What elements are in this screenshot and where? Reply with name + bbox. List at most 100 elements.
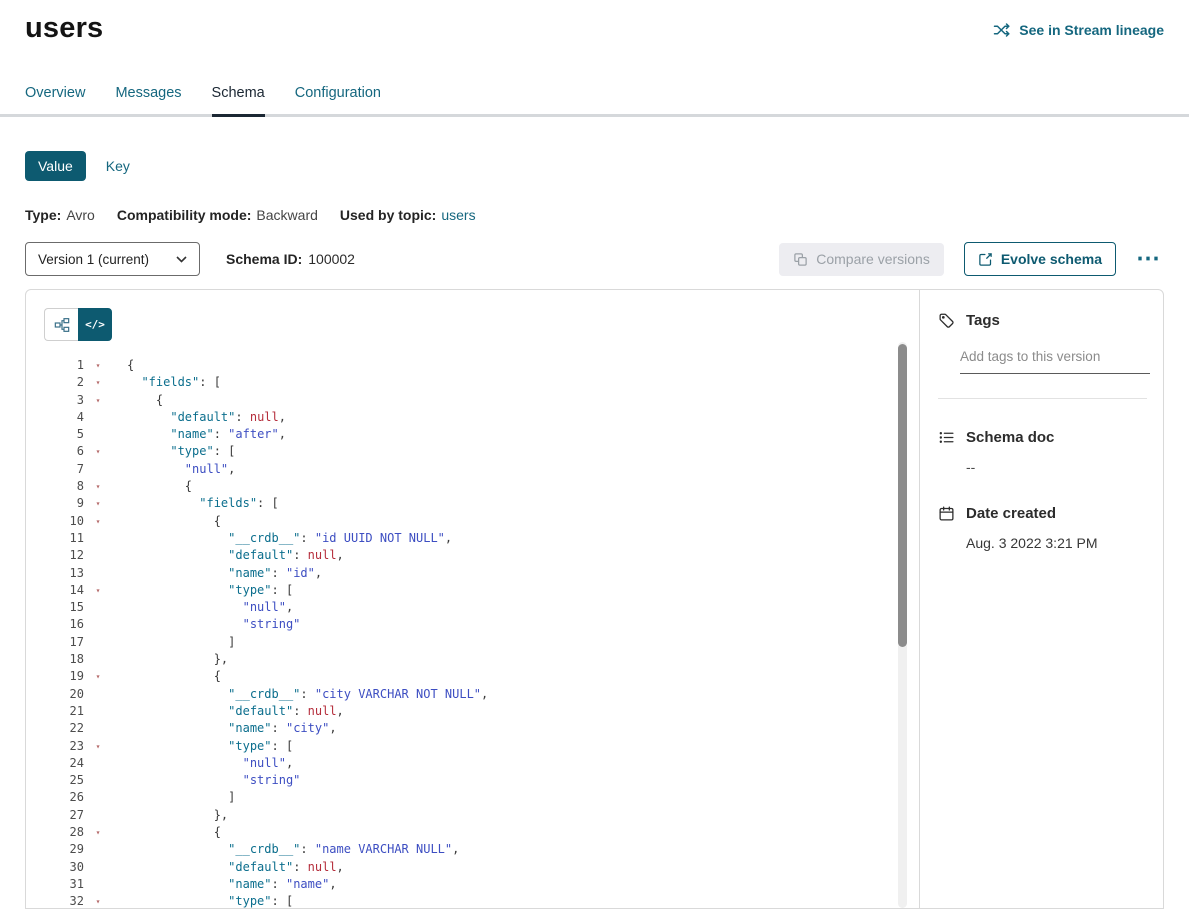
evolve-schema-icon (978, 252, 993, 267)
compare-versions-icon (793, 252, 808, 267)
code-text: ] (105, 789, 235, 806)
code-text: "name": "after", (105, 426, 286, 443)
code-text: { (105, 357, 134, 374)
compare-versions-button[interactable]: Compare versions (779, 243, 944, 276)
fold-collapse-icon[interactable]: ▾ (91, 374, 105, 391)
tab-schema[interactable]: Schema (212, 85, 265, 114)
line-number: 12 (44, 547, 84, 564)
code-text: "fields": [ (105, 495, 279, 512)
code-line: 21 "default": null, (44, 703, 889, 720)
fold-collapse-icon[interactable]: ▾ (91, 495, 105, 512)
fold-collapse-icon[interactable]: ▾ (91, 582, 105, 599)
date-created-section: Date created Aug. 3 2022 3:21 PM (938, 505, 1147, 551)
fold-collapse-icon[interactable]: ▾ (91, 824, 105, 841)
date-created-title: Date created (966, 505, 1056, 522)
calendar-icon (938, 505, 955, 522)
value-tab-button[interactable]: Value (25, 151, 86, 181)
schema-id: Schema ID: 100002 (226, 251, 355, 267)
code-line: 9▾ "fields": [ (44, 495, 889, 512)
schema-id-label: Schema ID: (226, 251, 302, 267)
chevron-down-icon (176, 256, 187, 263)
code-line: 19▾ { (44, 668, 889, 685)
fold-collapse-icon[interactable]: ▾ (91, 738, 105, 755)
line-number: 13 (44, 565, 84, 582)
fold-collapse-icon[interactable]: ▾ (91, 357, 105, 374)
vertical-scrollbar-thumb[interactable] (898, 344, 907, 647)
code-line: 14▾ "type": [ (44, 582, 889, 599)
version-select[interactable]: Version 1 (current) (25, 242, 200, 276)
schema-part-toggle: Value Key (25, 151, 1164, 181)
code-editor: 1▾{2▾ "fields": [3▾ {4 "default": null,5… (44, 357, 889, 909)
meta-topic-label: Used by topic: (340, 207, 436, 223)
tree-view-button[interactable] (44, 308, 78, 341)
sidebar-divider (938, 398, 1147, 399)
line-number: 14 (44, 582, 84, 599)
page-header: users See in Stream lineage (0, 0, 1189, 45)
vertical-scrollbar-track (898, 342, 907, 908)
fold-spacer (91, 409, 105, 426)
line-number: 18 (44, 651, 84, 668)
code-line: 8▾ { (44, 478, 889, 495)
code-text: "default": null, (105, 859, 344, 876)
line-number: 20 (44, 686, 84, 703)
line-number: 17 (44, 634, 84, 651)
code-line: 5 "name": "after", (44, 426, 889, 443)
stream-lineage-link[interactable]: See in Stream lineage (993, 21, 1164, 39)
line-number: 5 (44, 426, 84, 443)
tab-messages[interactable]: Messages (115, 85, 181, 114)
code-line: 1▾{ (44, 357, 889, 374)
code-text: "fields": [ (105, 374, 221, 391)
code-line: 20 "__crdb__": "city VARCHAR NOT NULL", (44, 686, 889, 703)
tree-view-icon (54, 317, 70, 333)
schema-code-pane: </> 1▾{2▾ "fields": [3▾ {4 "default": nu… (26, 290, 919, 908)
code-line: 29 "__crdb__": "name VARCHAR NULL", (44, 841, 889, 858)
schema-id-value: 100002 (308, 251, 355, 267)
code-line: 26 ] (44, 789, 889, 806)
schema-meta-row: Type: Avro Compatibility mode: Backward … (25, 207, 1164, 223)
fold-spacer (91, 599, 105, 616)
fold-spacer (91, 859, 105, 876)
code-line: 17 ] (44, 634, 889, 651)
schema-doc-section: Schema doc -- (938, 429, 1147, 475)
fold-spacer (91, 547, 105, 564)
line-number: 24 (44, 755, 84, 772)
tab-overview[interactable]: Overview (25, 85, 85, 114)
code-line: 7 "null", (44, 461, 889, 478)
line-number: 29 (44, 841, 84, 858)
code-text: "name": "name", (105, 876, 337, 893)
fold-spacer (91, 686, 105, 703)
evolve-schema-button[interactable]: Evolve schema (964, 242, 1116, 276)
schema-doc-value: -- (966, 459, 1147, 475)
code-text: "string" (105, 772, 300, 789)
more-options-button[interactable]: ⋯ (1132, 252, 1164, 266)
schema-doc-section-title: Schema doc (938, 429, 1147, 446)
key-tab-button[interactable]: Key (98, 151, 138, 181)
code-text: "default": null, (105, 703, 344, 720)
topic-link[interactable]: users (441, 207, 475, 223)
add-tags-input[interactable] (960, 343, 1150, 374)
fold-collapse-icon[interactable]: ▾ (91, 513, 105, 530)
code-text: "type": [ (105, 893, 293, 909)
code-line: 12 "default": null, (44, 547, 889, 564)
fold-collapse-icon[interactable]: ▾ (91, 478, 105, 495)
code-view-icon: </> (85, 318, 105, 331)
tags-title: Tags (966, 312, 1000, 329)
code-line: 4 "default": null, (44, 409, 889, 426)
code-view-button[interactable]: </> (78, 308, 112, 341)
code-line: 24 "null", (44, 755, 889, 772)
fold-spacer (91, 720, 105, 737)
page-title: users (25, 12, 103, 45)
code-text: ] (105, 634, 235, 651)
list-icon (938, 429, 955, 446)
fold-collapse-icon[interactable]: ▾ (91, 893, 105, 909)
fold-collapse-icon[interactable]: ▾ (91, 392, 105, 409)
fold-collapse-icon[interactable]: ▾ (91, 443, 105, 460)
line-number: 28 (44, 824, 84, 841)
code-text: { (105, 478, 192, 495)
tab-configuration[interactable]: Configuration (295, 85, 381, 114)
evolve-schema-label: Evolve schema (1001, 251, 1102, 267)
code-line: 25 "string" (44, 772, 889, 789)
code-text: "string" (105, 616, 300, 633)
fold-collapse-icon[interactable]: ▾ (91, 668, 105, 685)
code-line: 30 "default": null, (44, 859, 889, 876)
